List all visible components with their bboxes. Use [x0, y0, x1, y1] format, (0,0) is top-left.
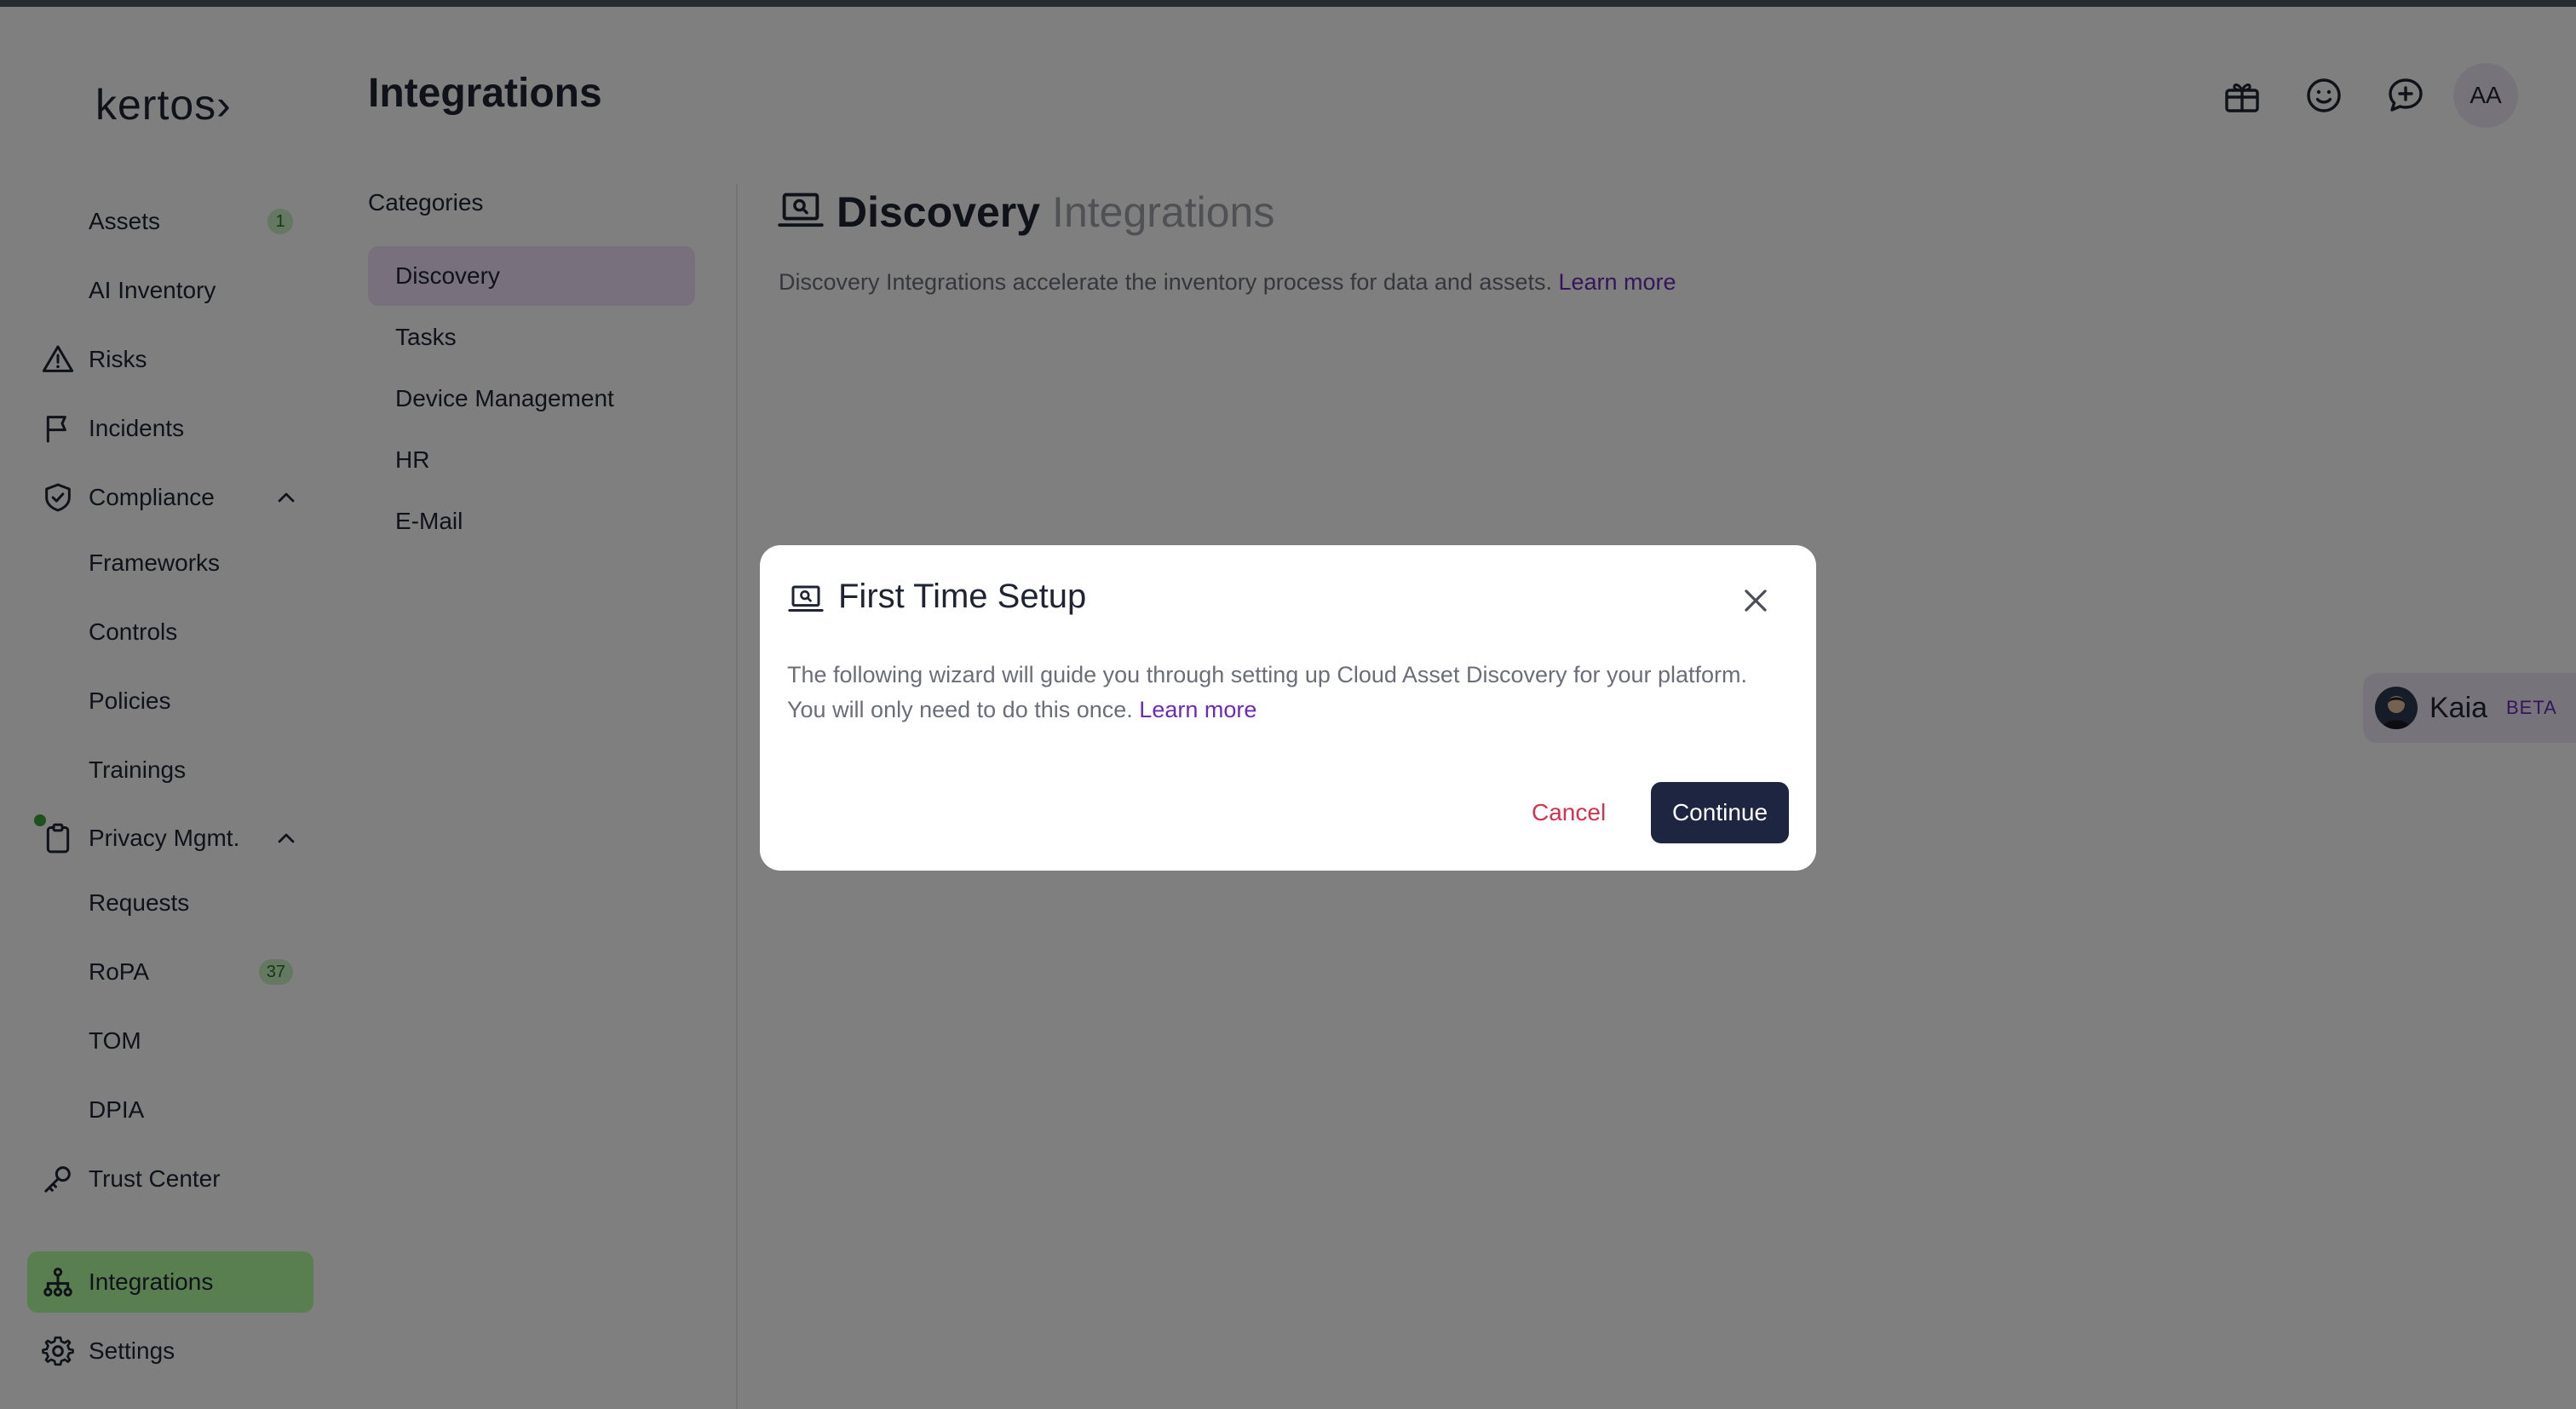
- modal-text-line2: You will only need to do this once.: [787, 697, 1133, 722]
- cancel-button[interactable]: Cancel: [1532, 782, 1606, 843]
- continue-button[interactable]: Continue: [1651, 782, 1789, 843]
- modal-body: The following wizard will guide you thro…: [787, 658, 1792, 728]
- close-icon[interactable]: [1739, 584, 1772, 617]
- modal-text-line1: The following wizard will guide you thro…: [787, 662, 1748, 687]
- modal-title: First Time Setup: [838, 578, 1087, 615]
- laptop-search-icon: [788, 585, 824, 612]
- first-time-setup-dialog: First Time Setup The following wizard wi…: [760, 545, 1816, 871]
- modal-learn-more-link[interactable]: Learn more: [1139, 697, 1256, 722]
